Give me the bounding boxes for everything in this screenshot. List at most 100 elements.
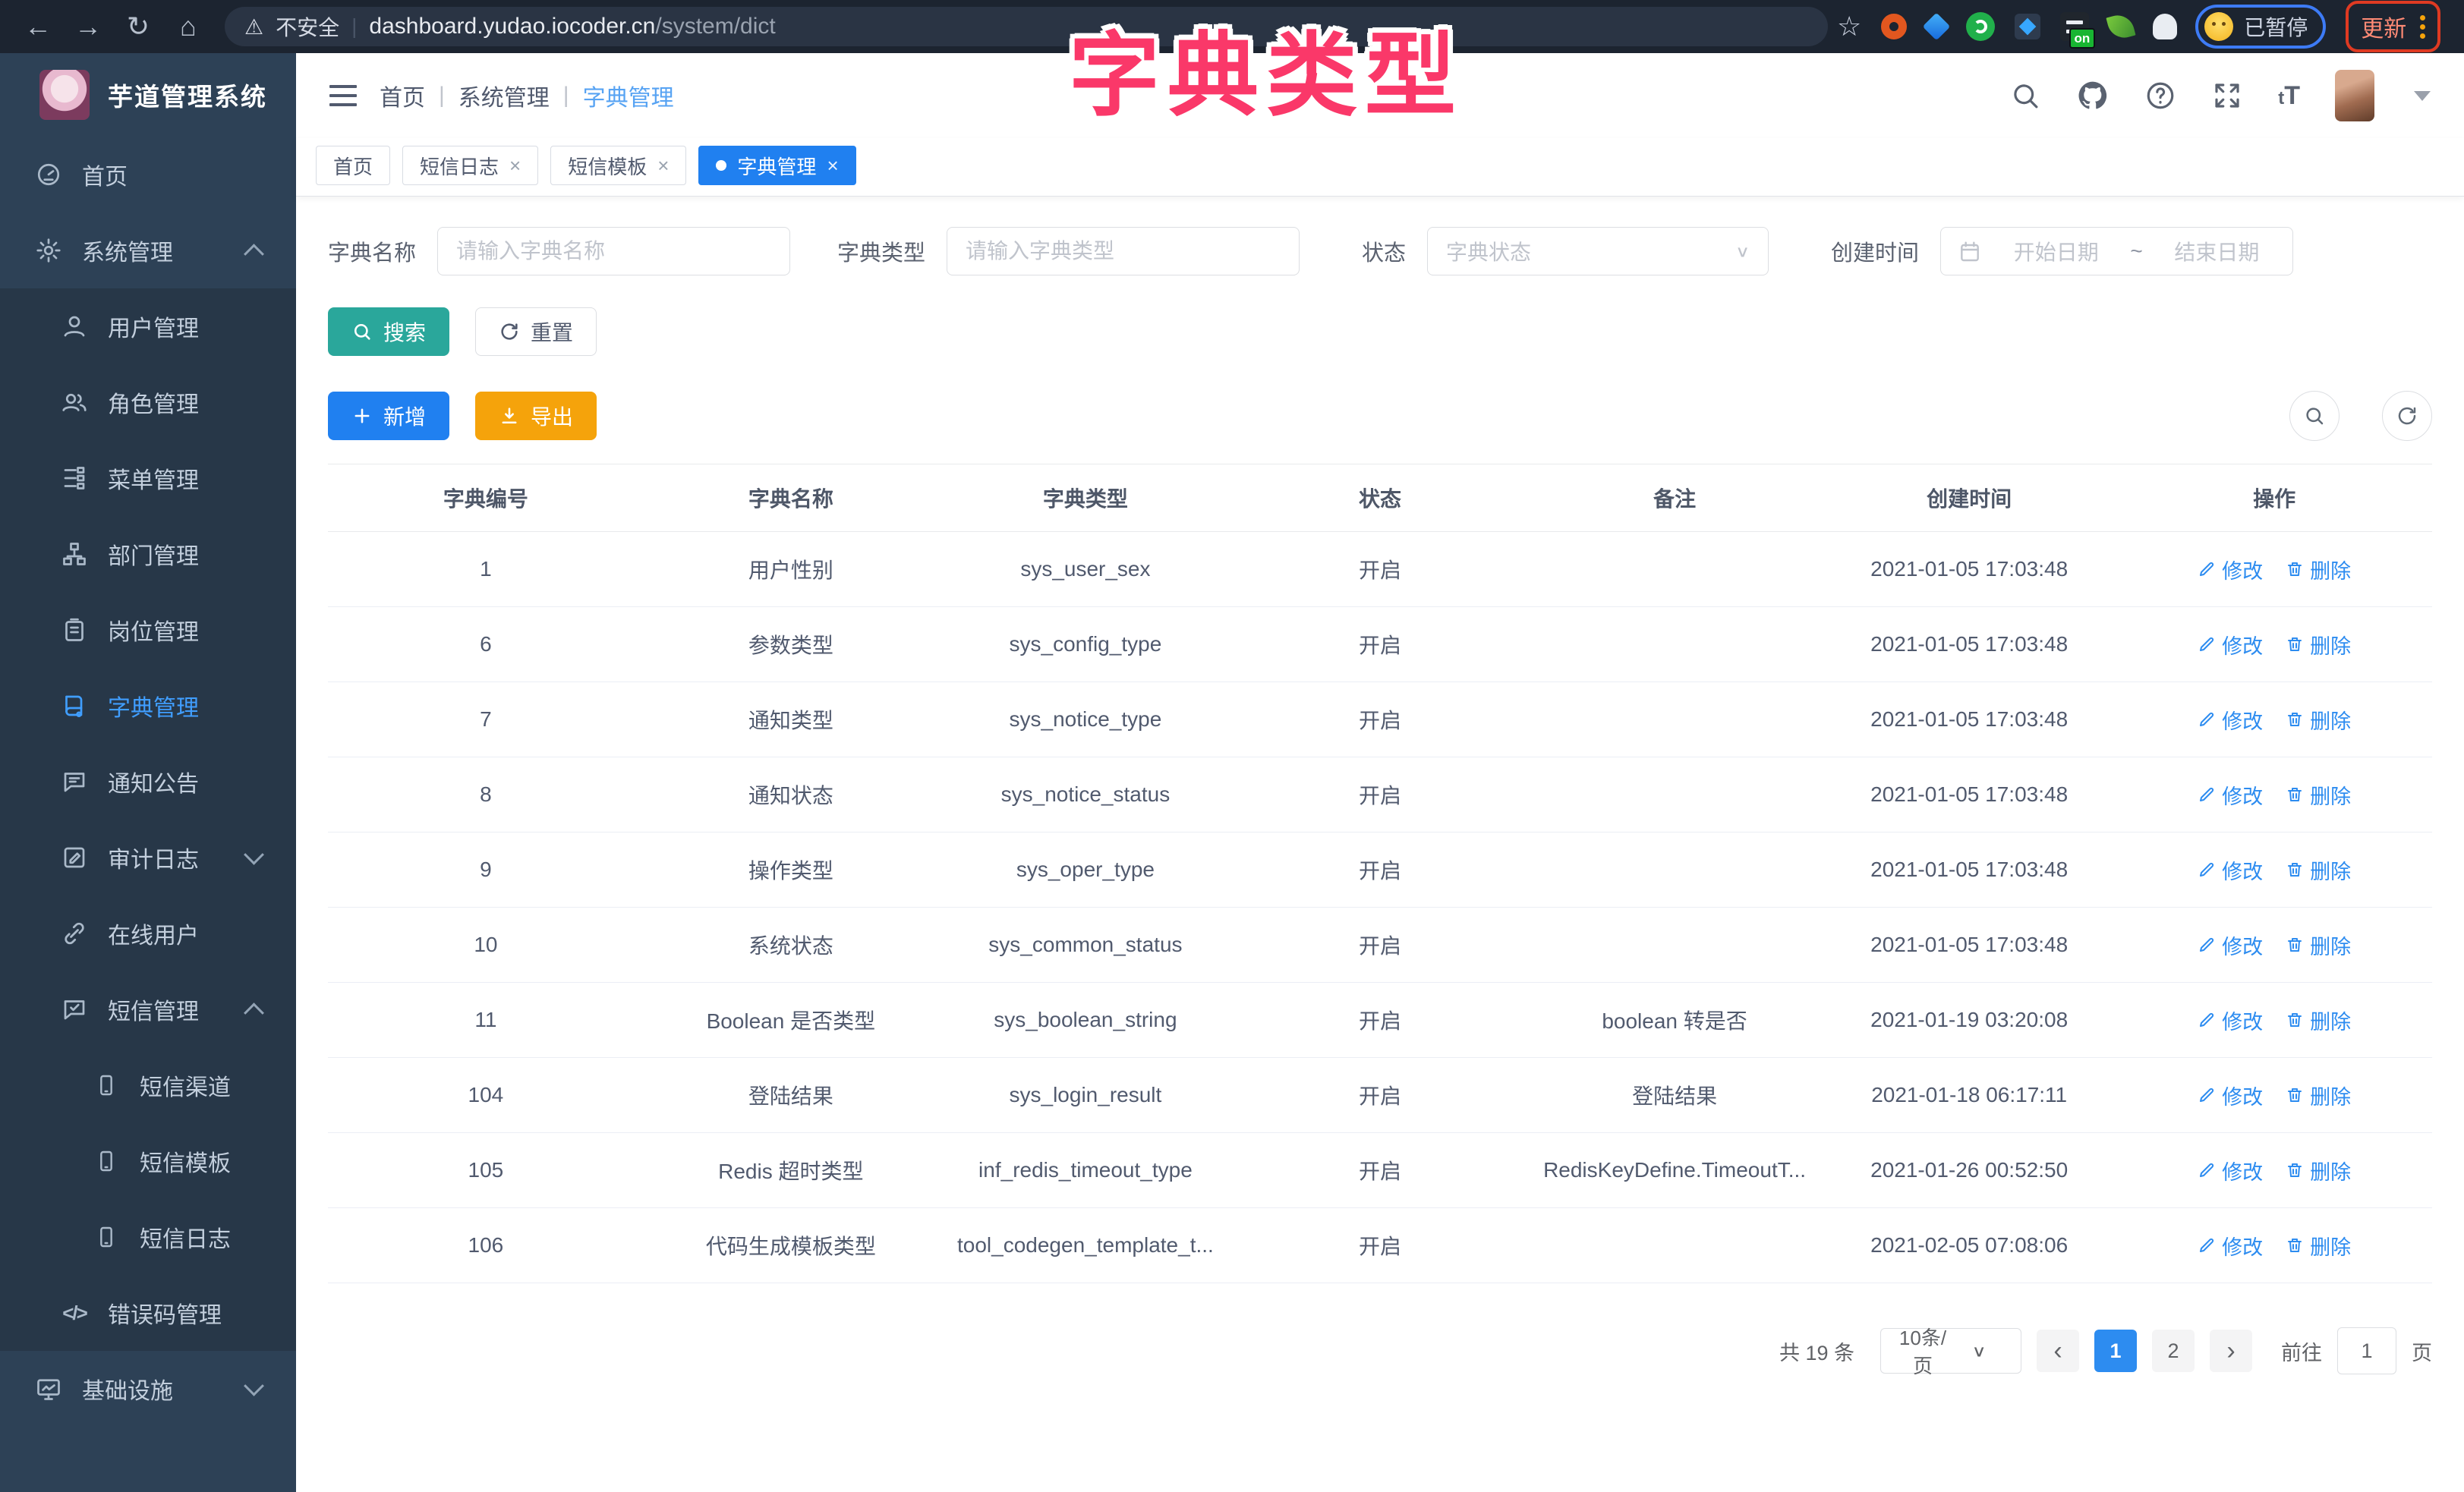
sidebar-item-audit-log[interactable]: 审计日志	[0, 820, 296, 896]
remark-cell: RedisKeyDefine.TimeoutT...	[1527, 1158, 1822, 1182]
delete-link[interactable]: 删除	[2286, 705, 2351, 735]
edit-link[interactable]: 修改	[2198, 1081, 2263, 1110]
delete-link[interactable]: 删除	[2286, 1081, 2351, 1110]
dict-name-input[interactable]	[437, 227, 790, 275]
sidebar-item-users[interactable]: 用户管理	[0, 288, 296, 364]
dict-type-link[interactable]: sys_notice_status	[938, 782, 1233, 807]
sidebar-item-departments[interactable]: 部门管理	[0, 516, 296, 592]
diamond-extension-icon[interactable]	[2015, 14, 2040, 39]
page-button-1[interactable]: 1	[2094, 1330, 2137, 1372]
sidebar-item-infrastructure[interactable]: 基础设施	[0, 1351, 296, 1427]
edit-link[interactable]: 修改	[2198, 1006, 2263, 1035]
dict-type-link[interactable]: sys_common_status	[938, 933, 1233, 957]
tab-dict-active[interactable]: 字典管理 ×	[698, 146, 855, 185]
user-avatar[interactable]	[2335, 70, 2374, 121]
sidebar-item-sms-log[interactable]: 短信日志	[0, 1199, 296, 1275]
sidebar-item-home[interactable]: 首页	[0, 137, 296, 212]
browser-update-button[interactable]: 更新	[2346, 1, 2440, 52]
delete-link[interactable]: 删除	[2286, 1006, 2351, 1035]
tab-home[interactable]: 首页	[316, 146, 390, 185]
delete-link[interactable]: 删除	[2286, 1231, 2351, 1261]
dict-type-link[interactable]: sys_oper_type	[938, 858, 1233, 882]
sidebar-item-menus[interactable]: 菜单管理	[0, 440, 296, 516]
sidebar-item-error-codes[interactable]: </> 错误码管理	[0, 1275, 296, 1351]
sidebar-item-sms-template[interactable]: 短信模板	[0, 1123, 296, 1199]
edit-link[interactable]: 修改	[2198, 630, 2263, 659]
edit-link[interactable]: 修改	[2198, 705, 2263, 735]
close-icon[interactable]: ×	[509, 154, 521, 178]
date-range-picker[interactable]: 开始日期 ~ 结束日期	[1940, 227, 2293, 275]
edit-link[interactable]: 修改	[2198, 1231, 2263, 1261]
refresh-table-button[interactable]	[2382, 391, 2432, 441]
table-row: 106 代码生成模板类型 tool_codegen_template_t... …	[328, 1208, 2432, 1283]
sidebar-item-system[interactable]: 系统管理	[0, 212, 296, 288]
search-icon[interactable]	[2009, 80, 2041, 112]
dict-type-link[interactable]: sys_notice_type	[938, 707, 1233, 732]
sidebar-item-sms-channel[interactable]: 短信渠道	[0, 1047, 296, 1123]
home-icon[interactable]: ⌂	[167, 11, 210, 42]
breadcrumb-system[interactable]: 系统管理	[458, 79, 550, 112]
status-select[interactable]: 字典状态 ∨	[1427, 227, 1769, 275]
reset-button[interactable]: 重置	[475, 307, 597, 356]
avatar-caret-icon[interactable]	[2414, 91, 2431, 101]
delete-link[interactable]: 删除	[2286, 930, 2351, 960]
sidebar-item-roles[interactable]: 角色管理	[0, 364, 296, 440]
prev-page-button[interactable]: ‹	[2037, 1330, 2079, 1372]
edit-link[interactable]: 修改	[2198, 930, 2263, 960]
sidebar-item-dict[interactable]: 字典管理	[0, 668, 296, 744]
tampermonkey-extension-icon[interactable]: on	[2060, 12, 2089, 41]
reload-icon[interactable]: ↻	[117, 11, 159, 42]
leaf-extension-icon[interactable]	[2106, 11, 2136, 41]
github-icon[interactable]	[2076, 79, 2110, 112]
fullscreen-icon[interactable]	[2211, 80, 2243, 112]
donut-extension-icon[interactable]	[1881, 14, 1907, 39]
close-icon[interactable]: ×	[827, 154, 838, 178]
dict-type-link[interactable]: tool_codegen_template_t...	[938, 1233, 1233, 1257]
delete-link[interactable]: 删除	[2286, 780, 2351, 810]
page-size-select[interactable]: 10条/页 ∨	[1880, 1328, 2021, 1374]
app-frame: 芋道管理系统 首页 系统管理 用户管理	[0, 53, 2464, 1492]
dict-type-input[interactable]	[947, 227, 1300, 275]
gem-extension-icon[interactable]	[1923, 13, 1951, 41]
address-bar[interactable]: ⚠ 不安全 | dashboard.yudao.iocoder.cn/syste…	[225, 7, 1828, 46]
search-button[interactable]: 搜索	[328, 307, 449, 356]
font-size-icon[interactable]: ttTT	[2278, 81, 2300, 111]
green-circle-extension-icon[interactable]	[1966, 12, 1995, 41]
collapse-sidebar-icon[interactable]	[329, 85, 357, 106]
sidebar-item-notices[interactable]: 通知公告	[0, 744, 296, 820]
edit-link[interactable]: 修改	[2198, 555, 2263, 584]
export-button[interactable]: 导出	[475, 392, 597, 440]
goto-page-input[interactable]	[2337, 1327, 2396, 1374]
tab-sms-log[interactable]: 短信日志 ×	[402, 146, 538, 185]
dict-type-link[interactable]: sys_login_result	[938, 1083, 1233, 1107]
delete-link[interactable]: 删除	[2286, 1156, 2351, 1185]
ghost-extension-icon[interactable]	[2153, 14, 2177, 39]
sidebar-item-posts[interactable]: 岗位管理	[0, 592, 296, 668]
delete-link[interactable]: 删除	[2286, 630, 2351, 659]
edit-link[interactable]: 修改	[2198, 780, 2263, 810]
breadcrumb-home[interactable]: 首页	[380, 79, 425, 112]
toggle-search-button[interactable]	[2289, 391, 2340, 441]
sidebar-item-sms[interactable]: 短信管理	[0, 971, 296, 1047]
dict-type-link[interactable]: inf_redis_timeout_type	[938, 1158, 1233, 1182]
sidebar-item-online-users[interactable]: 在线用户	[0, 896, 296, 971]
page-button-2[interactable]: 2	[2152, 1330, 2195, 1372]
add-button[interactable]: 新增	[328, 392, 449, 440]
browser-profile-button[interactable]: 已暂停	[2195, 5, 2326, 49]
edit-link[interactable]: 修改	[2198, 855, 2263, 885]
delete-link[interactable]: 删除	[2286, 555, 2351, 584]
delete-link[interactable]: 删除	[2286, 855, 2351, 885]
help-icon[interactable]	[2144, 80, 2176, 112]
bookmark-star-icon[interactable]: ☆	[1837, 11, 1861, 42]
app-logo-row[interactable]: 芋道管理系统	[0, 53, 296, 137]
edit-link[interactable]: 修改	[2198, 1156, 2263, 1185]
close-icon[interactable]: ×	[657, 154, 669, 178]
tab-sms-template[interactable]: 短信模板 ×	[550, 146, 686, 185]
next-page-button[interactable]: ›	[2210, 1330, 2252, 1372]
dict-type-link[interactable]: sys_boolean_string	[938, 1008, 1233, 1032]
dict-type-link[interactable]: sys_config_type	[938, 632, 1233, 656]
browser-menu-icon[interactable]	[2420, 15, 2425, 39]
back-icon[interactable]: ←	[17, 11, 59, 42]
dict-type-link[interactable]: sys_user_sex	[938, 557, 1233, 581]
forward-icon[interactable]: →	[67, 11, 109, 42]
